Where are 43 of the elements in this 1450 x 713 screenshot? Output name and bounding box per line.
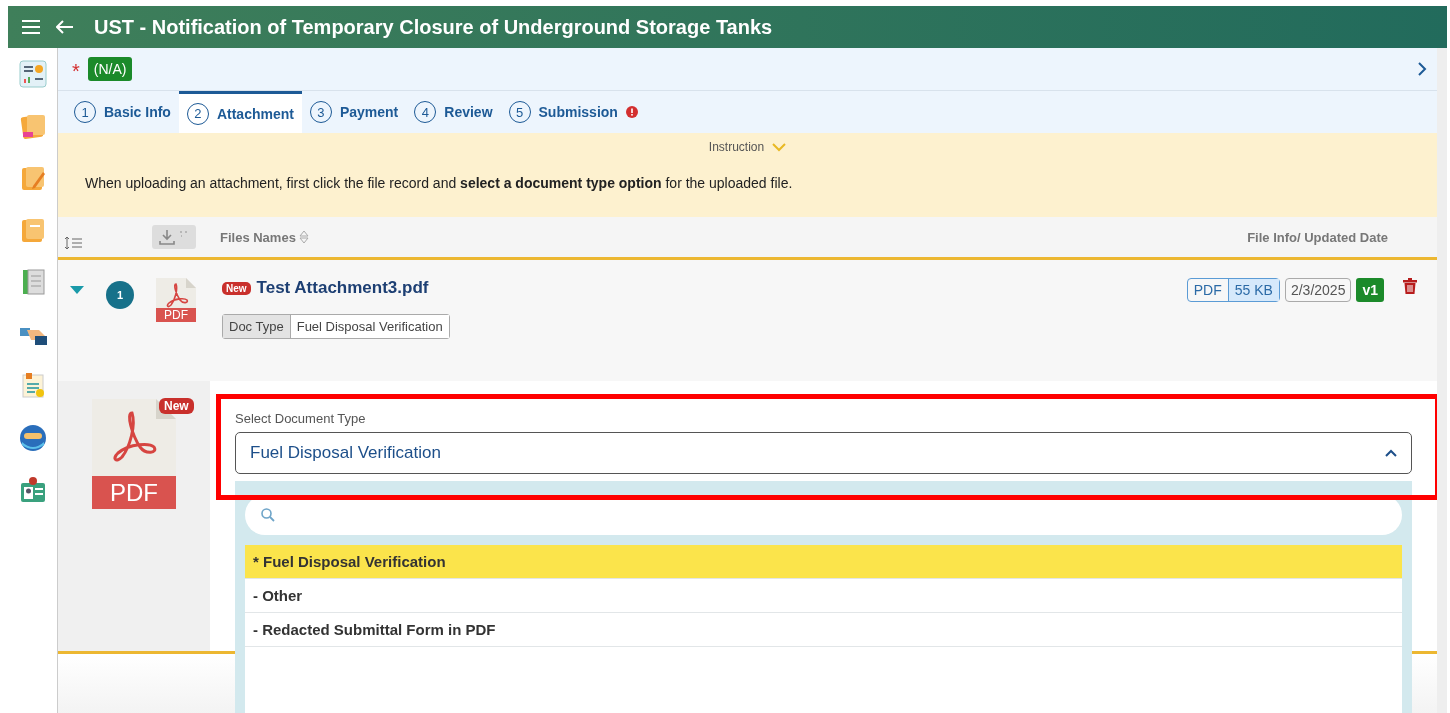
required-mark: * bbox=[72, 59, 80, 83]
document-type-select[interactable]: Fuel Disposal Verification bbox=[235, 432, 1412, 474]
instruction-toggle[interactable]: Instruction bbox=[702, 139, 793, 155]
file-name-link[interactable]: Test Attachment3.pdf bbox=[256, 278, 429, 298]
chevron-right-icon[interactable] bbox=[1418, 62, 1427, 76]
menu-icon[interactable] bbox=[22, 19, 40, 35]
doc-type-value: Fuel Disposal Verification bbox=[290, 315, 449, 338]
dropdown-option[interactable]: - Redacted Submittal Form in PDF bbox=[245, 613, 1402, 647]
dropdown-option[interactable]: - Other bbox=[245, 579, 1402, 613]
notepad-icon[interactable] bbox=[18, 112, 47, 140]
acrobat-document-icon bbox=[156, 278, 196, 310]
step-tab[interactable]: 1 Basic Info bbox=[66, 91, 179, 133]
sort-lines-icon[interactable] bbox=[64, 236, 82, 250]
new-badge: New bbox=[159, 398, 194, 414]
id-badge-icon[interactable] bbox=[18, 476, 47, 504]
file-row[interactable]: 1 PDF New Test Attachment3.pdf Doc Type Fuel Disposal Verification PDF 55 KB 2/3/2025 v1 bbox=[58, 260, 1437, 381]
dashboard-icon[interactable] bbox=[18, 60, 47, 88]
file-size: 55 KB bbox=[1227, 279, 1279, 301]
status-badge: (N/A) bbox=[87, 57, 133, 81]
field-label: Select Document Type bbox=[235, 411, 366, 426]
caret-down-icon[interactable] bbox=[70, 286, 84, 295]
version-badge: v1 bbox=[1356, 278, 1384, 302]
trash-icon[interactable] bbox=[1403, 278, 1417, 294]
step-tab[interactable]: 2 Attachment bbox=[178, 91, 302, 133]
step-tab[interactable]: 3 Payment bbox=[301, 91, 407, 133]
dropdown-option[interactable]: * Fuel Disposal Verification bbox=[245, 545, 1402, 579]
new-badge: New bbox=[222, 281, 251, 295]
file-type-label: PDF bbox=[92, 476, 176, 509]
file-type-label: PDF bbox=[156, 308, 196, 322]
download-icon bbox=[159, 229, 189, 245]
step-tab[interactable]: 5 Submission bbox=[500, 91, 646, 133]
file-format: PDF bbox=[1192, 281, 1223, 300]
step-tab[interactable]: 4 Review bbox=[406, 91, 501, 133]
page-title: UST - Notification of Temporary Closure of Underground Storage Tanks bbox=[94, 15, 773, 39]
row-number-badge: 1 bbox=[106, 281, 134, 309]
column-header: File Info/ Updated Date bbox=[1247, 229, 1388, 245]
chevron-up-icon bbox=[1385, 449, 1397, 457]
instruction-text: When uploading an attachment, first click the file record and select a document type option for the uploaded file. bbox=[85, 175, 794, 191]
updated-date: 2/3/2025 bbox=[1284, 278, 1352, 302]
column-header[interactable]: Files Names bbox=[220, 229, 296, 245]
doc-type-key: Doc Type bbox=[223, 315, 291, 338]
search-icon bbox=[261, 508, 275, 522]
back-arrow-icon[interactable] bbox=[56, 20, 74, 34]
